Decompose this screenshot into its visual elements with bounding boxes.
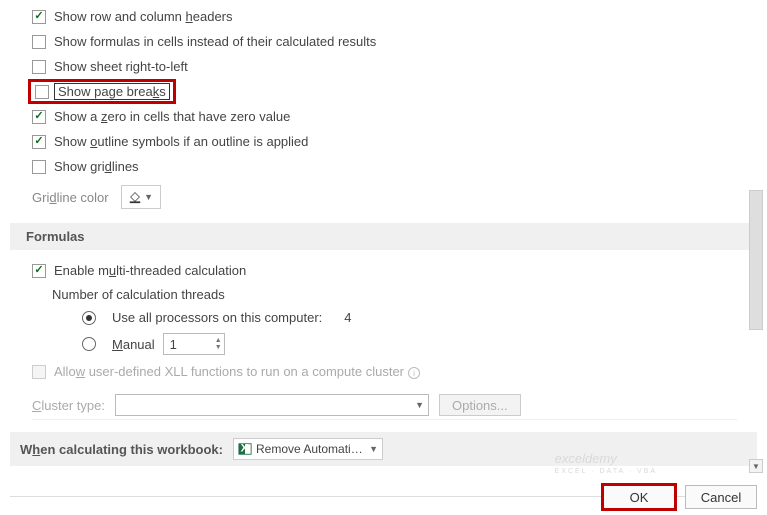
checkbox-icon (32, 365, 46, 379)
cluster-options-button: Options... (439, 394, 521, 416)
radio-icon[interactable] (82, 311, 96, 325)
option-label: Show outline symbols if an outline is ap… (54, 134, 308, 149)
option-show-formulas[interactable]: Show formulas in cells instead of their … (0, 29, 767, 54)
checkbox-icon[interactable] (35, 85, 49, 99)
spinner-up-icon[interactable]: ▲ (215, 337, 222, 344)
option-outline-symbols[interactable]: Show outline symbols if an outline is ap… (0, 129, 767, 154)
cluster-type-dropdown[interactable]: ▼ (115, 394, 429, 416)
cluster-type-label: Cluster type: (32, 398, 105, 413)
workbook-selected: Remove Automatic... (256, 442, 365, 456)
excel-workbook-icon: X (238, 442, 252, 456)
gridline-color-dropdown[interactable]: ▼ (121, 185, 161, 209)
option-sheet-rtl[interactable]: Show sheet right-to-left (0, 54, 767, 79)
radio-use-all-processors[interactable]: Use all processors on this computer: 4 (52, 306, 767, 329)
option-show-zero[interactable]: Show a zero in cells that have zero valu… (0, 104, 767, 129)
checkbox-icon[interactable] (32, 35, 46, 49)
radio-label: Manual (112, 337, 155, 352)
option-gridlines[interactable]: Show gridlines (0, 154, 767, 179)
checkbox-icon[interactable] (32, 160, 46, 174)
gridline-color-row: Gridline color ▼ (0, 185, 767, 209)
gridline-color-label: Gridline color (32, 190, 109, 205)
threads-count-label: Number of calculation threads (52, 283, 767, 306)
option-label: Show formulas in cells instead of their … (54, 34, 376, 49)
chevron-down-icon: ▼ (144, 192, 153, 202)
option-label: Enable multi-threaded calculation (54, 263, 246, 278)
option-label: Allow user-defined XLL functions to run … (54, 364, 420, 379)
svg-text:X: X (241, 443, 249, 455)
manual-threads-spinner[interactable]: 1 ▲ ▼ (163, 333, 225, 355)
watermark: exceldemy EXCEL · DATA · VBA (555, 450, 657, 475)
chevron-down-icon: ▼ (369, 444, 378, 454)
info-icon[interactable]: i (408, 367, 420, 379)
ok-button[interactable]: OK (603, 485, 675, 509)
option-label: Show page breaks (54, 83, 170, 100)
bucket-icon (128, 190, 142, 204)
checkbox-icon[interactable] (32, 135, 46, 149)
option-label: Show gridlines (54, 159, 139, 174)
radio-label: Use all processors on this computer: (112, 310, 322, 325)
chevron-down-icon: ▼ (415, 400, 424, 410)
checkbox-icon[interactable] (32, 264, 46, 278)
spinner-down-icon[interactable]: ▼ (215, 344, 222, 351)
option-label: Show sheet right-to-left (54, 59, 188, 74)
option-xll-cluster: Allow user-defined XLL functions to run … (0, 359, 767, 384)
option-show-row-col-headers[interactable]: Show row and column headers (0, 4, 767, 29)
dialog-buttons: OK Cancel (603, 485, 757, 509)
scroll-down-button[interactable]: ▼ (749, 459, 763, 473)
option-multi-threaded[interactable]: Enable multi-threaded calculation (0, 258, 767, 283)
cluster-type-row: Cluster type: ▼ Options... (0, 384, 767, 418)
checkbox-icon[interactable] (32, 10, 46, 24)
processor-count-value: 4 (344, 310, 351, 325)
option-page-breaks-highlighted[interactable]: Show page breaks (28, 79, 176, 104)
scrollbar-thumb[interactable] (749, 190, 763, 330)
option-label: Show row and column headers (54, 9, 233, 24)
workbook-dropdown[interactable]: X Remove Automatic... ▼ (233, 438, 383, 460)
cancel-button[interactable]: Cancel (685, 485, 757, 509)
option-label: Show a zero in cells that have zero valu… (54, 109, 290, 124)
threads-group: Number of calculation threads Use all pr… (0, 283, 767, 359)
checkbox-icon[interactable] (32, 60, 46, 74)
options-panel: Show row and column headers Show formula… (0, 0, 767, 497)
radio-icon[interactable] (82, 337, 96, 351)
workbook-label: When calculating this workbook: (20, 442, 223, 457)
spinner-value: 1 (170, 337, 177, 352)
formulas-section-header: Formulas (10, 223, 757, 250)
radio-manual[interactable]: Manual 1 ▲ ▼ (52, 329, 767, 359)
checkbox-icon[interactable] (32, 110, 46, 124)
